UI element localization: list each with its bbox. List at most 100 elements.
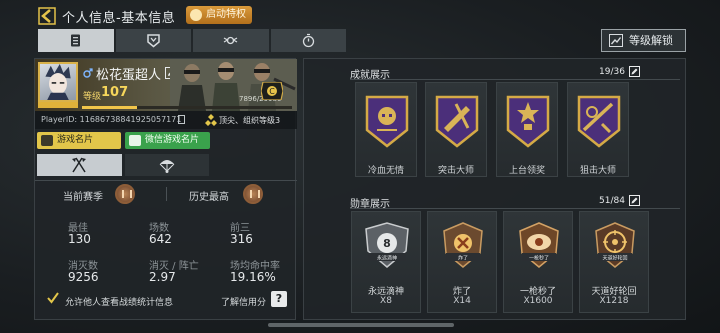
avatar-portrait-icon (45, 64, 71, 100)
tab-honor[interactable] (193, 29, 269, 52)
history-best-label: 历史最高 (189, 192, 229, 203)
game-card-label: 游戏名片 (57, 135, 94, 145)
kills-value: 9256 (68, 270, 99, 284)
game-card-button[interactable]: 游戏名片 (37, 132, 121, 149)
achievement-card[interactable]: 狙击大师 (567, 82, 629, 177)
player-id: PlayerID: 11686738841925057171 (41, 115, 182, 124)
tab-multiplayer[interactable] (37, 154, 122, 176)
explosion-medal-ribbon-text: 炸了 (458, 255, 468, 262)
medals-count: 51/84 (599, 196, 625, 206)
tab-battle-royale[interactable] (124, 154, 209, 176)
karma-medal-ribbon-text: 天道好轮回 (602, 255, 627, 262)
organization-icon (205, 114, 217, 126)
rank-c-badge-icon: C (261, 82, 283, 100)
wechat-card-button[interactable]: 微信游戏名片 (125, 132, 210, 149)
info-tabs (38, 29, 346, 52)
sniper-shield-icon (577, 95, 621, 148)
medal-count: X1600 (523, 296, 553, 306)
player-id-row: PlayerID: 11686738841925057171 顶尖、组织等级3 (35, 111, 297, 129)
allow-view-label: 允许他人查看战绩统计信息 (65, 298, 174, 308)
wechat-card-icon (129, 135, 141, 146)
achievement-card[interactable]: 上台领奖 (496, 82, 558, 177)
stopwatch-icon (302, 33, 314, 48)
achievements-divider (350, 79, 680, 80)
avatar[interactable] (38, 62, 78, 102)
level-label: 等级 (83, 92, 102, 102)
season-row: 当前赛季 历史最高 (35, 183, 297, 205)
history-best-rank-icon[interactable] (243, 184, 263, 204)
privilege-icon (190, 9, 202, 21)
medal-count: X1218 (599, 296, 629, 306)
wings-emblem-icon (223, 36, 238, 45)
achievement-name: 上台领奖 (508, 166, 545, 176)
karma-medal-icon: 天道好轮回 (595, 222, 635, 268)
edit-achievements-icon[interactable] (629, 66, 640, 77)
avatar-frame-bar (38, 102, 78, 108)
top3-value: 316 (230, 232, 253, 246)
male-icon (83, 68, 93, 78)
current-season-label: 当前赛季 (63, 192, 103, 203)
crossed-flags-icon (72, 157, 87, 173)
tab-armory[interactable] (115, 29, 191, 52)
credit-score-link[interactable]: 了解信用分 (221, 295, 266, 308)
level-unlock-label: 等级解锁 (629, 34, 673, 47)
achievement-name: 冷血无情 (367, 166, 404, 176)
hitrate-value: 19.16% (230, 270, 276, 284)
medal-count: X14 (453, 296, 471, 306)
skull-shield-icon (365, 95, 409, 148)
parachute-icon (159, 160, 175, 173)
achievement-name: 狙击大师 (579, 166, 616, 176)
best-value: 130 (68, 232, 91, 246)
svg-text:8: 8 (383, 237, 391, 250)
assault-shield-icon (435, 95, 479, 148)
current-season-rank-icon[interactable] (115, 184, 135, 204)
trophy-star-shield-icon (506, 95, 550, 148)
copy-icon[interactable] (178, 115, 186, 124)
xp-bar-fill (82, 106, 138, 109)
wechat-card-label: 微信游戏名片 (145, 135, 200, 145)
shield-icon (147, 34, 160, 48)
achievement-name: 突击大师 (437, 166, 474, 176)
player-name: 松花蛋超人 (96, 68, 162, 83)
kd-value: 2.97 (149, 270, 176, 284)
medal-card[interactable]: 8 永远滴神 永远滴神 X8 (351, 211, 421, 313)
achievements-count: 19/36 (599, 67, 625, 77)
privilege-label: 启动特权 (206, 9, 246, 20)
svg-text:C: C (269, 87, 275, 96)
medal-card[interactable]: 炸了 炸了 X14 (427, 211, 497, 313)
medal-card[interactable]: 天道好轮回 天道好轮回 X1218 (579, 211, 649, 313)
medals-divider (350, 208, 680, 209)
back-arrow-icon[interactable] (38, 7, 56, 25)
god-medal-icon: 8 永远滴神 (365, 222, 409, 268)
start-privilege-button[interactable]: 启动特权 (186, 6, 252, 24)
tab-timer[interactable] (270, 29, 346, 52)
chart-up-icon (609, 34, 623, 47)
medal-card[interactable]: 一枪秒了 一枪秒了 X1600 (503, 211, 573, 313)
mode-tabs (37, 154, 209, 176)
divider (35, 180, 297, 181)
top-bar: 个人信息-基本信息 启动特权 等级解锁 (0, 0, 720, 58)
separator (166, 187, 167, 201)
home-indicator[interactable] (268, 323, 454, 327)
profile-banner: 松花蛋超人 等级 107 7896/29980 C (35, 59, 297, 111)
god-medal-ribbon-text: 永远滴神 (377, 255, 397, 262)
showcase-panel: 成就展示 19/36 冷血无情 突击大师 上台领奖 狙击大师 勋章展示 51/8… (303, 58, 686, 320)
help-icon[interactable]: ? (271, 291, 287, 307)
page-title: 个人信息-基本信息 (62, 11, 176, 26)
xp-bar (82, 106, 292, 109)
allow-view-checkbox[interactable] (47, 292, 59, 304)
level-value: 107 (101, 85, 129, 100)
id-card-icon (71, 34, 81, 47)
one-shot-medal-ribbon-text: 一枪秒了 (529, 255, 549, 262)
tab-basic-info[interactable] (38, 29, 114, 52)
explosion-medal-icon: 炸了 (443, 222, 483, 268)
organization-level: 顶尖、组织等级3 (219, 116, 281, 125)
level-unlock-button[interactable]: 等级解锁 (601, 29, 686, 52)
achievement-card[interactable]: 冷血无情 (355, 82, 417, 177)
medal-count: X8 (380, 296, 392, 306)
edit-medals-icon[interactable] (629, 195, 640, 206)
achievement-card[interactable]: 突击大师 (425, 82, 487, 177)
game-card-icon (41, 135, 53, 146)
profile-panel: 松花蛋超人 等级 107 7896/29980 C PlayerID: 1168… (34, 58, 297, 320)
matches-value: 642 (149, 232, 172, 246)
